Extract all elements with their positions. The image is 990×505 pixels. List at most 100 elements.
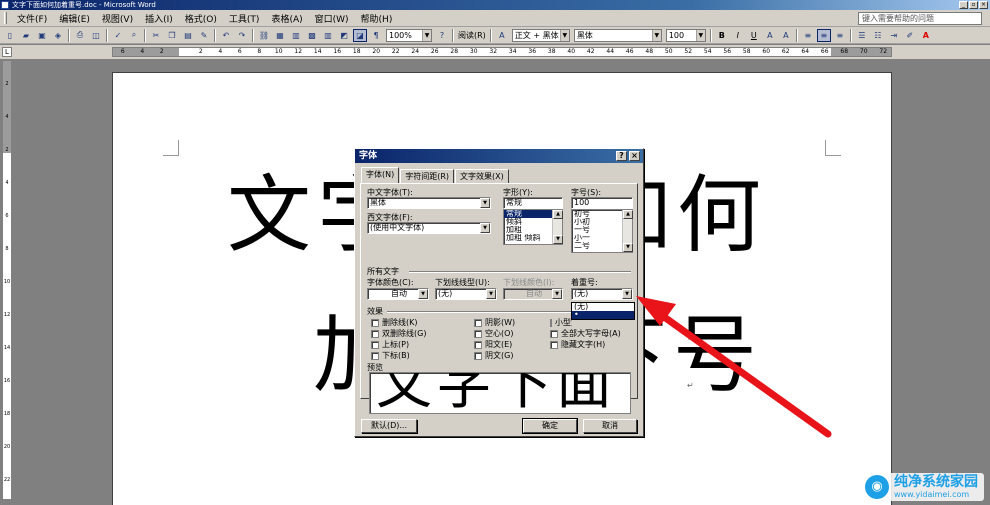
hyperlink-icon[interactable]: ⛓	[257, 29, 271, 42]
checkbox-box[interactable]	[371, 340, 379, 349]
format-painter-icon[interactable]: ✎	[197, 29, 211, 42]
strikethrough-checkbox[interactable]: 删除线(K)	[371, 317, 418, 328]
open-folder-icon[interactable]: ▰	[19, 29, 33, 42]
shadow-checkbox[interactable]: 阴影(W)	[474, 317, 515, 328]
align-center-icon[interactable]: ≡	[816, 28, 831, 42]
copy-icon[interactable]: ❐	[165, 29, 179, 42]
paste-icon[interactable]: ▤	[181, 29, 195, 42]
hidden-text-checkbox[interactable]: 隐藏文字(H)	[550, 339, 605, 350]
bold-button[interactable]: B	[715, 29, 729, 42]
font-style-list[interactable]: 常规 倾斜 加粗 加粗 倾斜 ▲ ▼	[503, 209, 563, 245]
font-size-scrollbar[interactable]: ▲ ▼	[622, 210, 633, 252]
emphasis-option[interactable]: (无)	[572, 303, 634, 311]
subscript-checkbox[interactable]: 下标(B)	[371, 350, 410, 361]
tab-char-spacing[interactable]: 字符间距(R)	[400, 169, 455, 183]
menu-tools[interactable]: 工具(T)	[223, 12, 266, 25]
menu-help[interactable]: 帮助(H)	[355, 12, 399, 25]
redo-icon[interactable]: ↷	[235, 29, 249, 42]
menu-window[interactable]: 窗口(W)	[309, 12, 355, 25]
tables-borders-icon[interactable]: ▦	[273, 29, 287, 42]
cn-font-select[interactable]: 黑体 ▼	[367, 197, 491, 209]
zoom-dropdown-icon[interactable]: ▼	[422, 29, 431, 41]
font-color-button[interactable]: A	[919, 29, 933, 42]
checkbox-box[interactable]	[550, 318, 552, 327]
emboss-checkbox[interactable]: 阳文(E)	[474, 339, 512, 350]
document-map-icon[interactable]: ◪	[353, 28, 367, 42]
spelling-icon[interactable]: ✓	[111, 29, 125, 42]
bullets-icon[interactable]: ☷	[871, 29, 885, 42]
checkbox-box[interactable]	[371, 329, 379, 338]
align-left-icon[interactable]: ≡	[801, 29, 815, 42]
drawing-icon[interactable]: ◩	[337, 29, 351, 42]
checkbox-box[interactable]	[550, 329, 558, 338]
align-right-icon[interactable]: ≡	[833, 29, 847, 42]
zoom-combo[interactable]: 100% ▼	[386, 28, 432, 42]
cut-icon[interactable]: ✂	[149, 29, 163, 42]
underline-button[interactable]: U	[747, 29, 761, 42]
emphasis-dropdown-icon[interactable]: ▼	[622, 289, 632, 299]
checkbox-box[interactable]	[474, 351, 482, 360]
font-size-list[interactable]: 初号 小初 一号 小一 二号 ▲ ▼	[571, 209, 633, 253]
underline-style-select[interactable]: (无) ▼	[435, 288, 497, 300]
emphasis-dropdown-list[interactable]: (无) •	[571, 302, 635, 320]
permission-icon[interactable]: ◈	[51, 29, 65, 42]
menu-file[interactable]: 文件(F)	[11, 12, 53, 25]
undo-icon[interactable]: ↶	[219, 29, 233, 42]
dialog-help-button[interactable]: ?	[616, 151, 627, 161]
west-font-select[interactable]: (使用中文字体) ▼	[367, 222, 491, 234]
menu-format[interactable]: 格式(O)	[179, 12, 223, 25]
font-size-input[interactable]: 100	[571, 197, 633, 209]
horizontal-ruler[interactable]: 6 4 2 2 4 6 8 10 12 14 16 18 20 22 24 26 28 30 32 34 36 38 40 4…	[112, 47, 892, 57]
insert-table-icon[interactable]: ▥	[289, 29, 303, 42]
tab-text-effects[interactable]: 文字效果(X)	[455, 169, 509, 183]
style-combo[interactable]: 正文 + 黑体 ▼	[511, 28, 570, 42]
insert-excel-icon[interactable]: ▩	[305, 29, 319, 42]
print-icon[interactable]: ⎙	[73, 29, 87, 42]
size-dropdown-icon[interactable]: ▼	[695, 29, 705, 41]
highlight-icon[interactable]: ✐	[903, 29, 917, 42]
read-mode-button[interactable]: 阅读(R)	[458, 30, 486, 41]
vertical-ruler[interactable]: 2 4 2 4 6 8 10 12 14 16 18 20 22	[2, 60, 12, 500]
scroll-up-icon[interactable]: ▲	[623, 210, 633, 219]
menu-table[interactable]: 表格(A)	[265, 12, 308, 25]
cn-font-dropdown-icon[interactable]: ▼	[480, 198, 490, 208]
show-hide-icon[interactable]: ¶	[369, 29, 383, 42]
checkbox-box[interactable]	[550, 340, 558, 349]
ok-button[interactable]: 确定	[522, 418, 578, 434]
print-preview-icon[interactable]: ◫	[89, 29, 103, 42]
menu-view[interactable]: 视图(V)	[96, 12, 139, 25]
cancel-button[interactable]: 取消	[583, 419, 637, 433]
scroll-up-icon[interactable]: ▲	[553, 210, 563, 219]
checkbox-box[interactable]	[371, 318, 379, 327]
menu-edit[interactable]: 编辑(E)	[53, 12, 96, 25]
indent-icon[interactable]: ⇥	[887, 29, 901, 42]
checkbox-box[interactable]	[371, 351, 379, 360]
numbering-icon[interactable]: ☰	[855, 29, 869, 42]
font-color-dropdown-icon[interactable]: ▼	[418, 289, 428, 299]
restore-button[interactable]: ▫	[969, 1, 978, 9]
close-window-button[interactable]: ×	[979, 1, 988, 9]
font-size-combo[interactable]: 100 ▼	[665, 28, 706, 42]
underline-style-dropdown-icon[interactable]: ▼	[486, 289, 496, 299]
char-border-icon[interactable]: A	[763, 29, 777, 42]
scroll-down-icon[interactable]: ▼	[623, 243, 633, 252]
scroll-down-icon[interactable]: ▼	[553, 235, 563, 244]
tab-font[interactable]: 字体(N)	[361, 167, 400, 183]
all-caps-checkbox[interactable]: 全部大写字母(A)	[550, 328, 621, 339]
research-icon[interactable]: ⌕	[127, 29, 141, 42]
minimize-button[interactable]: _	[959, 1, 968, 9]
checkbox-box[interactable]	[474, 340, 482, 349]
font-color-select[interactable]: 自动 ▼	[367, 288, 429, 300]
double-strikethrough-checkbox[interactable]: 双删除线(G)	[371, 328, 426, 339]
emphasis-mark-select[interactable]: (无) ▼	[571, 288, 633, 300]
engrave-checkbox[interactable]: 阴文(G)	[474, 350, 513, 361]
default-button[interactable]: 默认(D)...	[361, 419, 417, 433]
style-dropdown-icon[interactable]: ▼	[559, 29, 569, 41]
italic-button[interactable]: I	[731, 29, 745, 42]
outline-checkbox[interactable]: 空心(O)	[474, 328, 514, 339]
char-shading-icon[interactable]: A	[779, 29, 793, 42]
checkbox-box[interactable]	[474, 318, 482, 327]
font-combo[interactable]: 黑体 ▼	[573, 28, 662, 42]
font-dropdown-icon[interactable]: ▼	[651, 29, 661, 41]
small-caps-checkbox[interactable]: 小型大写字母(M)	[550, 317, 572, 328]
